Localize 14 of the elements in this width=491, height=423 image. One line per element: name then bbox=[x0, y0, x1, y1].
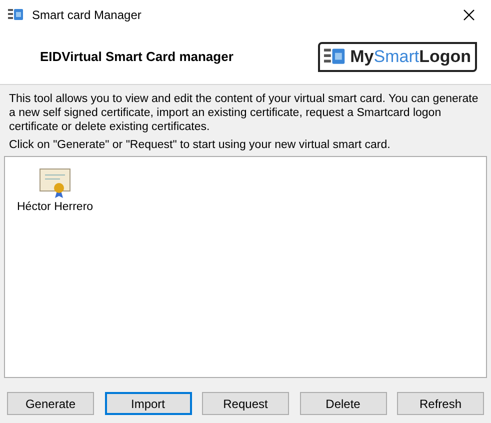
certificate-label: Héctor Herrero bbox=[17, 200, 94, 215]
window-title: Smart card Manager bbox=[32, 7, 142, 24]
action-button[interactable]: Request bbox=[202, 392, 289, 415]
action-button[interactable]: Delete bbox=[300, 392, 386, 415]
hint-text: Click on "Generate" or "Request" to start using your new virtual smart card. bbox=[9, 138, 392, 152]
action-button[interactable]: Generate bbox=[7, 392, 94, 415]
header-title: EIDVirtual Smart Card manager bbox=[40, 48, 234, 66]
certificate-item[interactable]: Héctor Herrero bbox=[13, 165, 98, 216]
description-text: This tool allows you to view and edit the content of your virtual smart card. You can generate a new self signed certificate, import an existing certificate, request a Smartcard logon certificate or delete existing certificates. bbox=[9, 92, 480, 134]
app-icon bbox=[8, 7, 24, 23]
action-button[interactable]: Refresh bbox=[397, 392, 484, 415]
action-button[interactable]: Import bbox=[104, 392, 192, 415]
logo: MySmartLogon bbox=[318, 42, 477, 72]
close-icon[interactable] bbox=[463, 9, 475, 21]
